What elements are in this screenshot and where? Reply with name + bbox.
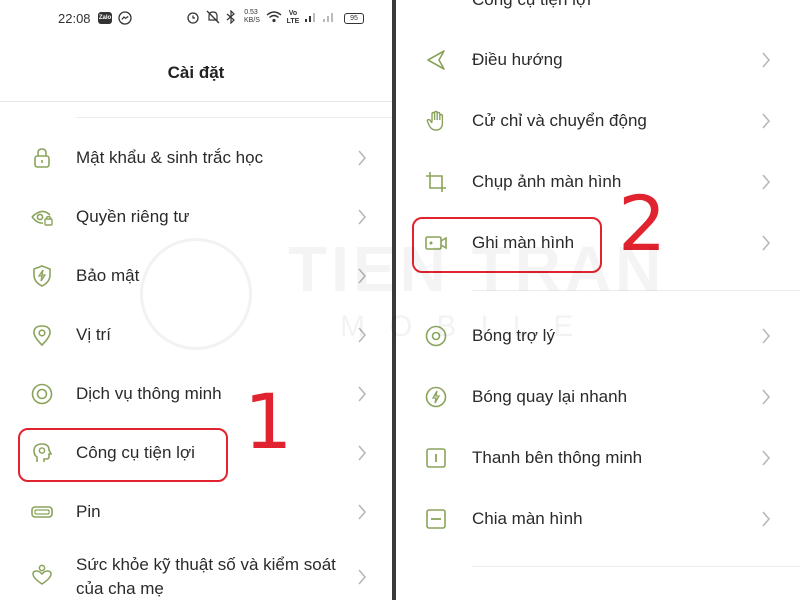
tools-item-split-screen[interactable]: Chia màn hình xyxy=(396,495,800,545)
digital-wellbeing-icon xyxy=(30,563,54,587)
header-divider xyxy=(0,101,392,102)
section-divider xyxy=(472,290,800,291)
settings-item-label: Quyền riêng tư xyxy=(76,207,190,226)
tools-item-navigation[interactable]: Điều hướng xyxy=(396,36,800,86)
settings-item-privacy[interactable]: Quyền riêng tư xyxy=(0,193,392,243)
location-pin-icon xyxy=(30,323,54,347)
tools-item-smart-sidebar[interactable]: Thanh bên thông minh xyxy=(396,434,800,484)
tools-item-label: Chia màn hình xyxy=(472,509,583,528)
battery-icon xyxy=(30,500,54,524)
network-speed: 0.53 KB/S xyxy=(244,9,260,25)
settings-item-label: Pin xyxy=(76,502,101,521)
chevron-right-icon xyxy=(760,51,772,69)
settings-item-smart-services[interactable]: Dịch vụ thông minh xyxy=(0,370,392,420)
chevron-right-icon xyxy=(356,208,368,226)
highlight-box-step-2 xyxy=(412,217,602,273)
cut-off-header: Công cụ tiện lợi xyxy=(472,0,591,10)
settings-item-label: Sức khỏe kỹ thuật số và kiểm soát của ch… xyxy=(76,555,336,598)
smart-sidebar-icon xyxy=(424,446,448,470)
chevron-right-icon xyxy=(760,327,772,345)
shield-bolt-icon xyxy=(30,264,54,288)
volte-indicator: Vo LTE xyxy=(286,10,300,25)
settings-item-battery[interactable]: Pin xyxy=(0,488,392,538)
chevron-right-icon xyxy=(760,388,772,406)
tools-item-label: Chụp ảnh màn hình xyxy=(472,172,622,191)
chevron-right-icon xyxy=(760,234,772,252)
tools-item-label: Thanh bên thông minh xyxy=(472,448,643,467)
battery-indicator: 95 xyxy=(344,13,364,24)
signal-icon xyxy=(305,13,315,22)
settings-item-label: Vị trí xyxy=(76,325,111,344)
chevron-right-icon xyxy=(356,326,368,344)
settings-item-password-biometrics[interactable]: Mật khẩu & sinh trắc học xyxy=(0,134,392,184)
split-screen-icon xyxy=(424,507,448,531)
settings-item-digital-wellbeing[interactable]: Sức khỏe kỹ thuật số và kiểm soát của ch… xyxy=(0,548,392,600)
alarm-icon xyxy=(187,12,199,24)
assistant-ball-icon xyxy=(424,324,448,348)
mute-icon xyxy=(206,10,220,24)
page-title: Cài đặt xyxy=(167,63,225,82)
section-divider xyxy=(472,566,800,567)
tools-item-label: Điều hướng xyxy=(472,50,563,69)
messenger-icon xyxy=(118,11,132,28)
signal-icon-2 xyxy=(323,13,333,22)
tools-item-quick-return-ball[interactable]: Bóng quay lại nhanh xyxy=(396,373,800,423)
tools-item-label: Bóng trợ lý xyxy=(472,326,555,345)
convenience-tools-panel: Công cụ tiện lợi Điều hướng Cử chỉ và ch… xyxy=(396,0,800,600)
net-speed-unit: KB/S xyxy=(244,17,260,24)
chevron-right-icon xyxy=(356,568,368,586)
bluetooth-icon xyxy=(226,10,235,24)
wifi-icon xyxy=(266,11,282,23)
eye-lock-icon xyxy=(30,205,54,229)
navigation-icon xyxy=(424,48,448,72)
net-speed-value: 0.53 xyxy=(244,9,258,16)
chevron-right-icon xyxy=(356,444,368,462)
tools-item-gestures[interactable]: Cử chỉ và chuyển động xyxy=(396,97,800,147)
settings-item-security[interactable]: Bảo mật xyxy=(0,252,392,302)
settings-item-location[interactable]: Vị trí xyxy=(0,311,392,361)
settings-item-label: Bảo mật xyxy=(76,266,140,285)
chevron-right-icon xyxy=(760,449,772,467)
zalo-icon: Zalo xyxy=(98,12,112,24)
step-number-1: 1 xyxy=(244,377,293,466)
settings-item-label: Mật khẩu & sinh trắc học xyxy=(76,148,264,167)
chevron-right-icon xyxy=(356,149,368,167)
chevron-right-icon xyxy=(760,112,772,130)
tools-item-label: Bóng quay lại nhanh xyxy=(472,387,628,406)
smart-services-icon xyxy=(30,382,54,406)
settings-item-label: Dịch vụ thông minh xyxy=(76,384,222,403)
chevron-right-icon xyxy=(760,173,772,191)
tools-item-label: Cử chỉ và chuyển động xyxy=(472,111,647,130)
highlight-box-step-1 xyxy=(18,428,228,482)
section-divider xyxy=(76,117,392,118)
chevron-right-icon xyxy=(356,385,368,403)
step-number-2: 2 xyxy=(618,179,667,268)
tools-item-assistant-ball[interactable]: Bóng trợ lý xyxy=(396,312,800,362)
hand-gesture-icon xyxy=(424,109,448,133)
status-time: 22:08 xyxy=(58,11,91,26)
status-bar: 22:08 Zalo 0.53 KB/S Vo LTE 95 xyxy=(0,8,392,30)
chevron-right-icon xyxy=(356,503,368,521)
chevron-right-icon xyxy=(760,510,772,528)
tools-item-screenshot[interactable]: Chụp ảnh màn hình xyxy=(396,158,800,208)
crop-icon xyxy=(424,170,448,194)
settings-panel: 22:08 Zalo 0.53 KB/S Vo LTE 95 Cài đặt Mậ… xyxy=(0,0,392,600)
chevron-right-icon xyxy=(356,267,368,285)
lock-icon xyxy=(30,146,54,170)
quick-return-icon xyxy=(424,385,448,409)
